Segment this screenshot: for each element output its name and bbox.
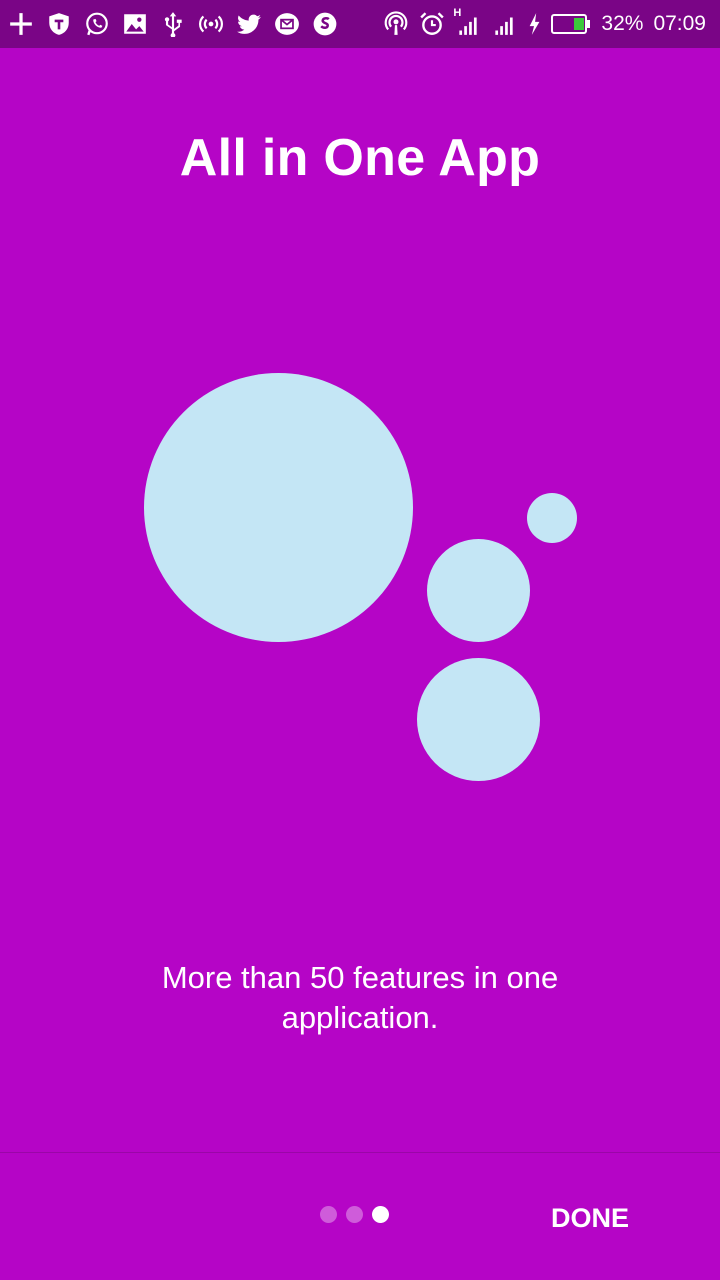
page-title: All in One App — [179, 129, 541, 187]
network-type-label: H — [453, 7, 462, 19]
hotspot-icon — [198, 11, 224, 37]
s-app-icon — [312, 11, 338, 37]
status-bar: H 32% 07:09 — [0, 0, 720, 48]
bubble-medium-lower — [417, 658, 540, 781]
bottom-divider — [0, 1152, 720, 1153]
status-bar-notifications — [8, 0, 338, 48]
signal-icon — [491, 11, 517, 37]
status-bar-system: H 32% 07:09 — [383, 0, 706, 48]
whatsapp-icon — [84, 11, 110, 37]
podcast-icon — [383, 11, 409, 37]
page-dot-3 — [372, 1206, 389, 1223]
plus-icon — [8, 11, 34, 37]
image-icon — [122, 11, 148, 37]
bubble-large — [144, 373, 413, 642]
bubbles-illustration — [0, 0, 720, 1280]
battery-icon — [551, 11, 591, 37]
usb-icon — [160, 11, 186, 37]
mail-icon — [274, 11, 300, 37]
shield-icon — [46, 11, 72, 37]
page-indicator — [320, 1206, 389, 1223]
bubble-small — [527, 493, 577, 543]
battery-percent: 32% — [601, 12, 644, 35]
signal-h-icon: H — [453, 7, 481, 37]
twitter-icon — [236, 11, 262, 37]
onboarding-screen: H 32% 07:09 All in One App More than 50 … — [0, 0, 720, 1280]
page-dot-2 — [346, 1206, 363, 1223]
page-dot-1 — [320, 1206, 337, 1223]
clock: 07:09 — [653, 12, 706, 35]
done-button[interactable]: DONE — [540, 1190, 640, 1246]
feature-description: More than 50 features in one application… — [161, 960, 559, 1035]
bubble-medium — [427, 539, 530, 642]
charging-icon — [527, 11, 541, 37]
battery-level-fill — [574, 18, 585, 30]
alarm-icon — [419, 11, 445, 37]
